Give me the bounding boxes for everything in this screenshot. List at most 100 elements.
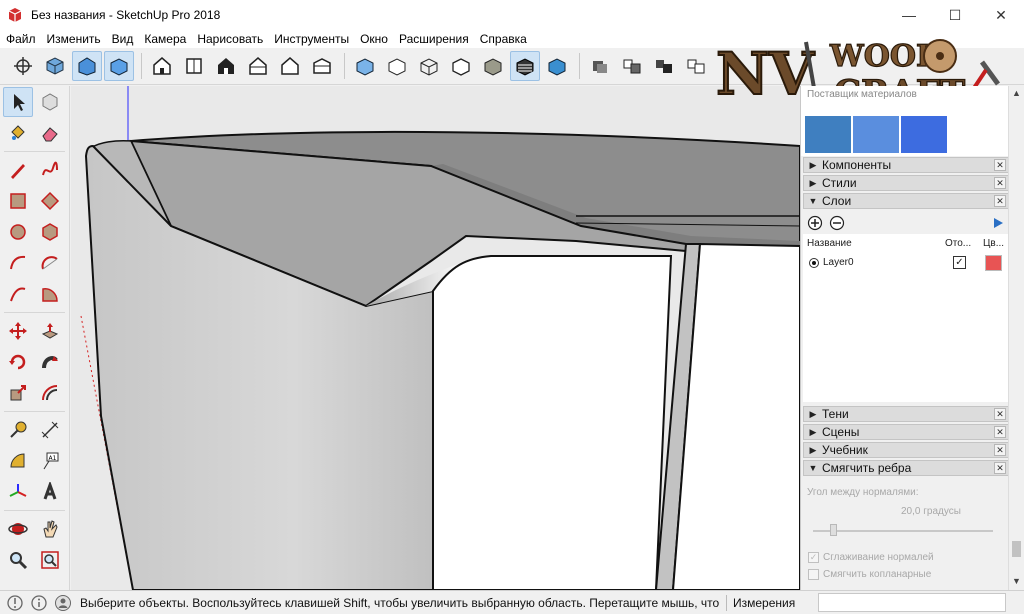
menu-help[interactable]: Справка — [474, 30, 532, 48]
monochrome-button[interactable] — [542, 51, 572, 81]
pie-tool-button[interactable] — [35, 279, 65, 309]
panel-scenes[interactable]: ▶ Сцены ✕ — [803, 424, 1009, 440]
menu-draw[interactable]: Нарисовать — [191, 30, 268, 48]
eraser-button[interactable] — [35, 118, 65, 148]
layer-details-icon[interactable] — [991, 216, 1005, 230]
panel-shadows[interactable]: ▶ Тени ✕ — [803, 406, 1009, 422]
tray-scrollbar[interactable]: ▲ ▼ — [1008, 86, 1024, 590]
shaded-textures-button[interactable] — [510, 51, 540, 81]
line-tool-button[interactable] — [3, 155, 33, 185]
layer-color-swatch[interactable] — [985, 255, 1002, 271]
close-panel-icon[interactable]: ✕ — [994, 408, 1006, 420]
pan-tool-button[interactable] — [35, 514, 65, 544]
layer-color-header[interactable]: Цв... — [983, 238, 1004, 249]
paint-bucket-button[interactable] — [3, 118, 33, 148]
component-button-1[interactable] — [585, 51, 615, 81]
shaded-button[interactable] — [478, 51, 508, 81]
rectangle-tool-button[interactable] — [3, 186, 33, 216]
select-tool-button[interactable] — [3, 86, 33, 117]
3d-text-button[interactable] — [35, 477, 65, 507]
angle-slider[interactable] — [813, 530, 993, 532]
arc-tool-button[interactable] — [3, 248, 33, 278]
remove-layer-icon[interactable] — [829, 215, 845, 231]
menu-edit[interactable]: Изменить — [41, 30, 106, 48]
back-house-button[interactable] — [275, 51, 305, 81]
iso-house-button[interactable] — [147, 51, 177, 81]
polygon-tool-button[interactable] — [35, 217, 65, 247]
three-point-arc-button[interactable] — [3, 279, 33, 309]
layer-name-header[interactable]: Название — [807, 238, 852, 249]
two-point-arc-button[interactable] — [35, 248, 65, 278]
offset-tool-button[interactable] — [35, 378, 65, 408]
user-account-icon[interactable] — [54, 594, 72, 612]
text-tool-button[interactable]: A1 — [35, 446, 65, 476]
close-panel-icon[interactable]: ✕ — [994, 462, 1006, 474]
top-house-button[interactable] — [179, 51, 209, 81]
smooth-normals-checkbox[interactable]: ✓ — [808, 552, 819, 563]
soften-coplanar-checkbox[interactable] — [808, 569, 819, 580]
material-swatch-1[interactable] — [805, 116, 851, 153]
axes-tool-button[interactable] — [3, 477, 33, 507]
close-panel-icon[interactable]: ✕ — [994, 177, 1006, 189]
material-swatch-2[interactable] — [853, 116, 899, 153]
layer-visible-checkbox[interactable]: ✓ — [953, 256, 966, 269]
panel-soften-edges[interactable]: ▼ Смягчить ребра ✕ — [803, 460, 1009, 476]
menu-file[interactable]: Файл — [0, 30, 41, 48]
move-tool-button[interactable] — [3, 316, 33, 346]
active-layer-radio[interactable] — [809, 258, 819, 268]
circle-tool-button[interactable] — [3, 217, 33, 247]
protractor-button[interactable] — [3, 446, 33, 476]
dimension-tool-button[interactable] — [35, 415, 65, 445]
panel-styles[interactable]: ▶ Стили ✕ — [803, 175, 1009, 191]
measurements-input[interactable] — [818, 593, 1006, 612]
close-panel-icon[interactable]: ✕ — [994, 444, 1006, 456]
menu-view[interactable]: Вид — [106, 30, 139, 48]
component-button-2[interactable] — [617, 51, 647, 81]
scroll-down-icon[interactable]: ▼ — [1012, 576, 1021, 586]
layer-visible-header[interactable]: Ото... — [945, 238, 971, 249]
orbit-tool-left-button[interactable] — [3, 514, 33, 544]
follow-me-button[interactable] — [35, 347, 65, 377]
scroll-thumb[interactable] — [1012, 541, 1021, 557]
panel-layers[interactable]: ▼ Слои ✕ — [803, 193, 1009, 209]
info-icon[interactable] — [30, 594, 48, 612]
angle-slider-thumb[interactable] — [830, 524, 837, 536]
maximize-button[interactable]: ☐ — [932, 0, 978, 30]
right-house-button[interactable] — [243, 51, 273, 81]
close-panel-icon[interactable]: ✕ — [994, 426, 1006, 438]
drawing-viewport[interactable] — [71, 86, 800, 590]
zoom-window-button[interactable] — [35, 545, 65, 575]
menu-camera[interactable]: Камера — [138, 30, 191, 48]
left-house-button[interactable] — [307, 51, 337, 81]
front-view-button[interactable] — [72, 51, 102, 81]
backedges-button[interactable] — [382, 51, 412, 81]
tape-measure-button[interactable] — [3, 415, 33, 445]
panel-instructor[interactable]: ▶ Учебник ✕ — [803, 442, 1009, 458]
wireframe-button[interactable] — [414, 51, 444, 81]
component-button-4[interactable] — [681, 51, 711, 81]
component-button-3[interactable] — [649, 51, 679, 81]
xray-button[interactable] — [350, 51, 380, 81]
close-panel-icon[interactable]: ✕ — [994, 195, 1006, 207]
rotate-tool-button[interactable] — [3, 347, 33, 377]
iso-view-button[interactable] — [40, 51, 70, 81]
orbit-tool-button[interactable] — [8, 51, 38, 81]
menu-extensions[interactable]: Расширения — [393, 30, 474, 48]
layer-row[interactable]: Layer0 ✓ — [803, 254, 1009, 274]
minimize-button[interactable]: — — [886, 0, 932, 30]
rotated-rectangle-button[interactable] — [35, 186, 65, 216]
push-pull-button[interactable] — [35, 316, 65, 346]
close-button[interactable]: ✕ — [978, 0, 1024, 30]
zoom-tool-button[interactable] — [3, 545, 33, 575]
front-house-button[interactable] — [211, 51, 241, 81]
make-component-button[interactable] — [35, 87, 65, 117]
top-view-button[interactable] — [104, 51, 134, 81]
close-panel-icon[interactable]: ✕ — [994, 159, 1006, 171]
material-swatch-3[interactable] — [901, 116, 947, 153]
add-layer-icon[interactable] — [807, 215, 823, 231]
freehand-tool-button[interactable] — [35, 155, 65, 185]
menu-window[interactable]: Окно — [354, 30, 393, 48]
geo-location-icon[interactable] — [6, 594, 24, 612]
menu-tools[interactable]: Инструменты — [268, 30, 354, 48]
hiddenline-button[interactable] — [446, 51, 476, 81]
